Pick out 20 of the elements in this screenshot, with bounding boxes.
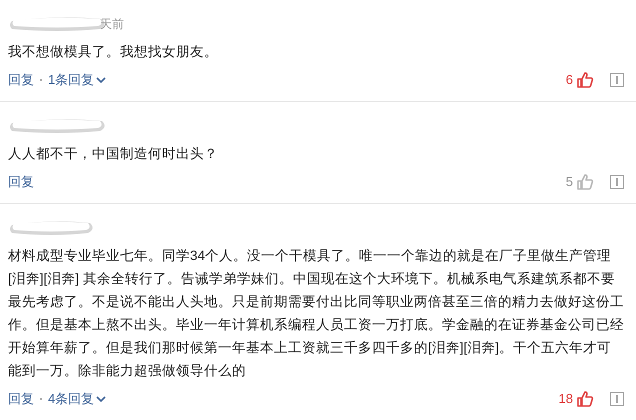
like-count: 5 [566,173,573,192]
reply-link[interactable]: 回复 [8,389,34,409]
comment-text: 人人都不干，中国制造何时出头？ [8,145,219,163]
comment-text: 我不想做模具了。我想找女朋友。 [8,43,219,61]
comment-time: 天前 [100,16,124,33]
reply-link[interactable]: 回复 [8,70,34,90]
thumbs-up-icon[interactable] [576,390,594,408]
replies-link[interactable]: 4条回复 [48,389,106,409]
thumbs-up-icon[interactable] [576,71,594,89]
report-icon[interactable] [610,73,624,87]
like-count: 6 [566,71,573,90]
report-icon[interactable] [610,175,624,189]
thumbs-up-icon[interactable] [576,173,594,191]
chevron-down-icon [96,395,106,403]
chevron-down-icon [96,76,106,84]
like-count: 18 [558,390,573,408]
report-icon[interactable] [610,392,624,406]
comment-text: 材料成型专业毕业七年。同学34个人。没一个干模具了。唯一一个靠边的就是在厂子里做生产管理[泪奔][泪奔] 其余全转行了。告诫学弟学妹们。中国现在这个大环境下。机械系电气系建筑系都不要最先考虑了。不是说不能出人头地。只是前期需要付出比同等职业两倍甚至三倍的精力去做好这份工作。但是基本上熬不出头。毕业一年计算机系编程人员工资一万打底。学金融的在证券基金公司已经开始算年薪了。但是我们那时候第一年基本上工资就三千多四千多的[泪奔][泪奔]。干个五六年才可能到一万。除非能力超强做领导什么的 [8,247,625,380]
reply-link[interactable]: 回复 [8,172,34,192]
replies-link[interactable]: 1条回复 [48,70,106,90]
